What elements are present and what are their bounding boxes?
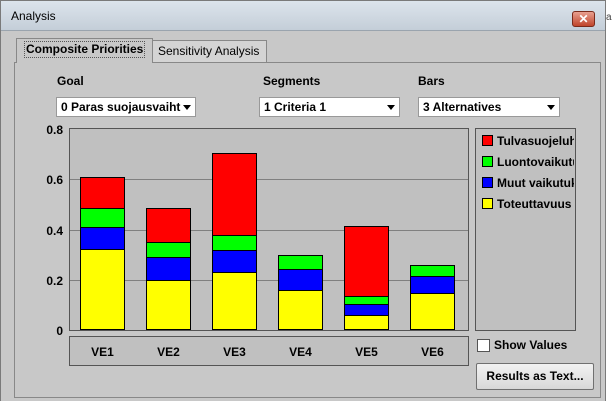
y-tick-label: 0 xyxy=(56,324,63,338)
title-bar[interactable]: Analysis ✕ xyxy=(1,1,605,31)
tab-label: Composite Priorities xyxy=(24,41,146,58)
chevron-down-icon xyxy=(387,105,395,110)
chevron-down-icon xyxy=(547,105,555,110)
legend-label: Tulvasuojeluh xyxy=(497,134,574,148)
legend-item: Muut vaikutuk xyxy=(482,176,574,190)
bar-ve1 xyxy=(80,129,125,330)
tab-sensitivity-analysis[interactable]: Sensitivity Analysis xyxy=(150,40,268,62)
tab-composite-priorities[interactable]: Composite Priorities xyxy=(16,38,154,63)
gridline xyxy=(70,179,468,181)
segments-label: Segments xyxy=(263,74,321,88)
bar-segment-tulvasuojeluh xyxy=(146,208,191,244)
edge-glyph: a xyxy=(606,12,612,23)
bar-segment-luontovaikutu xyxy=(410,264,455,278)
close-icon: ✕ xyxy=(578,12,589,26)
bar-segment-muut-vaikutuk xyxy=(278,268,323,292)
bar-ve3 xyxy=(212,129,257,330)
legend-swatch xyxy=(482,198,493,209)
chevron-down-icon xyxy=(183,105,191,110)
y-tick-label: 0.6 xyxy=(46,173,63,188)
tab-label: Sensitivity Analysis xyxy=(158,44,260,58)
analysis-window: Analysis ✕ Composite Priorities Sensitiv… xyxy=(0,0,606,401)
x-tick-label: VE5 xyxy=(355,345,378,359)
bar-segment-tulvasuojeluh xyxy=(344,226,389,298)
x-tick-label: VE6 xyxy=(421,345,444,359)
bar-segment-muut-vaikutuk xyxy=(80,227,125,250)
segments-select-value: 1 Criteria 1 xyxy=(264,100,327,114)
bar-segment-toteuttavuus xyxy=(278,290,323,330)
legend-label: Luontovaikutu xyxy=(497,155,574,169)
bar-ve6 xyxy=(410,129,455,330)
legend-swatch xyxy=(482,177,493,188)
x-tick-label: VE2 xyxy=(157,345,180,359)
y-tick-label: 0.2 xyxy=(46,273,63,288)
bar-segment-tulvasuojeluh xyxy=(212,153,257,236)
bar-segment-tulvasuojeluh xyxy=(80,177,125,210)
bar-segment-toteuttavuus xyxy=(80,248,125,330)
close-button[interactable]: ✕ xyxy=(572,11,595,27)
goal-select[interactable]: 0 Paras suojausvaiht xyxy=(56,97,196,117)
gridline xyxy=(70,229,468,231)
x-tick-label: VE4 xyxy=(289,345,312,359)
bar-segment-toteuttavuus xyxy=(212,272,257,330)
bar-segment-luontovaikutu xyxy=(212,234,257,251)
legend-label: Muut vaikutuk xyxy=(497,176,574,190)
legend-swatch xyxy=(482,135,493,146)
x-tick-label: VE1 xyxy=(91,345,114,359)
results-as-text-button[interactable]: Results as Text... xyxy=(476,363,594,390)
window-title: Analysis xyxy=(11,9,56,23)
bar-segment-muut-vaikutuk xyxy=(344,303,389,317)
bar-segment-muut-vaikutuk xyxy=(146,257,191,282)
y-tick-label: 0.8 xyxy=(46,123,63,137)
goal-label: Goal xyxy=(57,74,84,88)
x-tick-label: VE3 xyxy=(223,345,246,359)
goal-select-value: 0 Paras suojausvaiht xyxy=(61,100,181,114)
bar-ve4 xyxy=(278,129,323,330)
chart-plot-area xyxy=(69,128,469,331)
bar-segment-muut-vaikutuk xyxy=(410,276,455,294)
legend-item: Tulvasuojeluh xyxy=(482,134,574,148)
show-values-checkbox[interactable] xyxy=(477,339,490,352)
legend-item: Toteuttavuus xyxy=(482,197,574,211)
bar-ve5 xyxy=(344,129,389,330)
bar-segment-muut-vaikutuk xyxy=(212,249,257,274)
legend-label: Toteuttavuus xyxy=(497,197,572,211)
show-values-label: Show Values xyxy=(494,338,568,352)
segments-select[interactable]: 1 Criteria 1 xyxy=(259,97,400,117)
bars-select[interactable]: 3 Alternatives xyxy=(418,97,560,117)
bar-segment-luontovaikutu xyxy=(344,296,389,305)
gridline xyxy=(70,279,468,281)
bar-segment-luontovaikutu xyxy=(146,242,191,259)
x-axis: VE1 VE2 VE3 VE4 VE5 VE6 xyxy=(69,336,469,366)
bar-ve2 xyxy=(146,129,191,330)
bar-segment-toteuttavuus xyxy=(146,280,191,330)
legend-swatch xyxy=(482,156,493,167)
bar-segment-luontovaikutu xyxy=(80,208,125,229)
chart-legend: Tulvasuojeluh Luontovaikutu Muut vaikutuk T… xyxy=(475,128,576,331)
legend-item: Luontovaikutu xyxy=(482,155,574,169)
bar-segment-luontovaikutu xyxy=(278,254,323,270)
y-tick-label: 0.4 xyxy=(46,223,63,238)
bar-segment-toteuttavuus xyxy=(344,315,389,330)
bars-select-value: 3 Alternatives xyxy=(423,100,502,114)
bar-segment-toteuttavuus xyxy=(410,292,455,330)
bars-label: Bars xyxy=(418,74,445,88)
